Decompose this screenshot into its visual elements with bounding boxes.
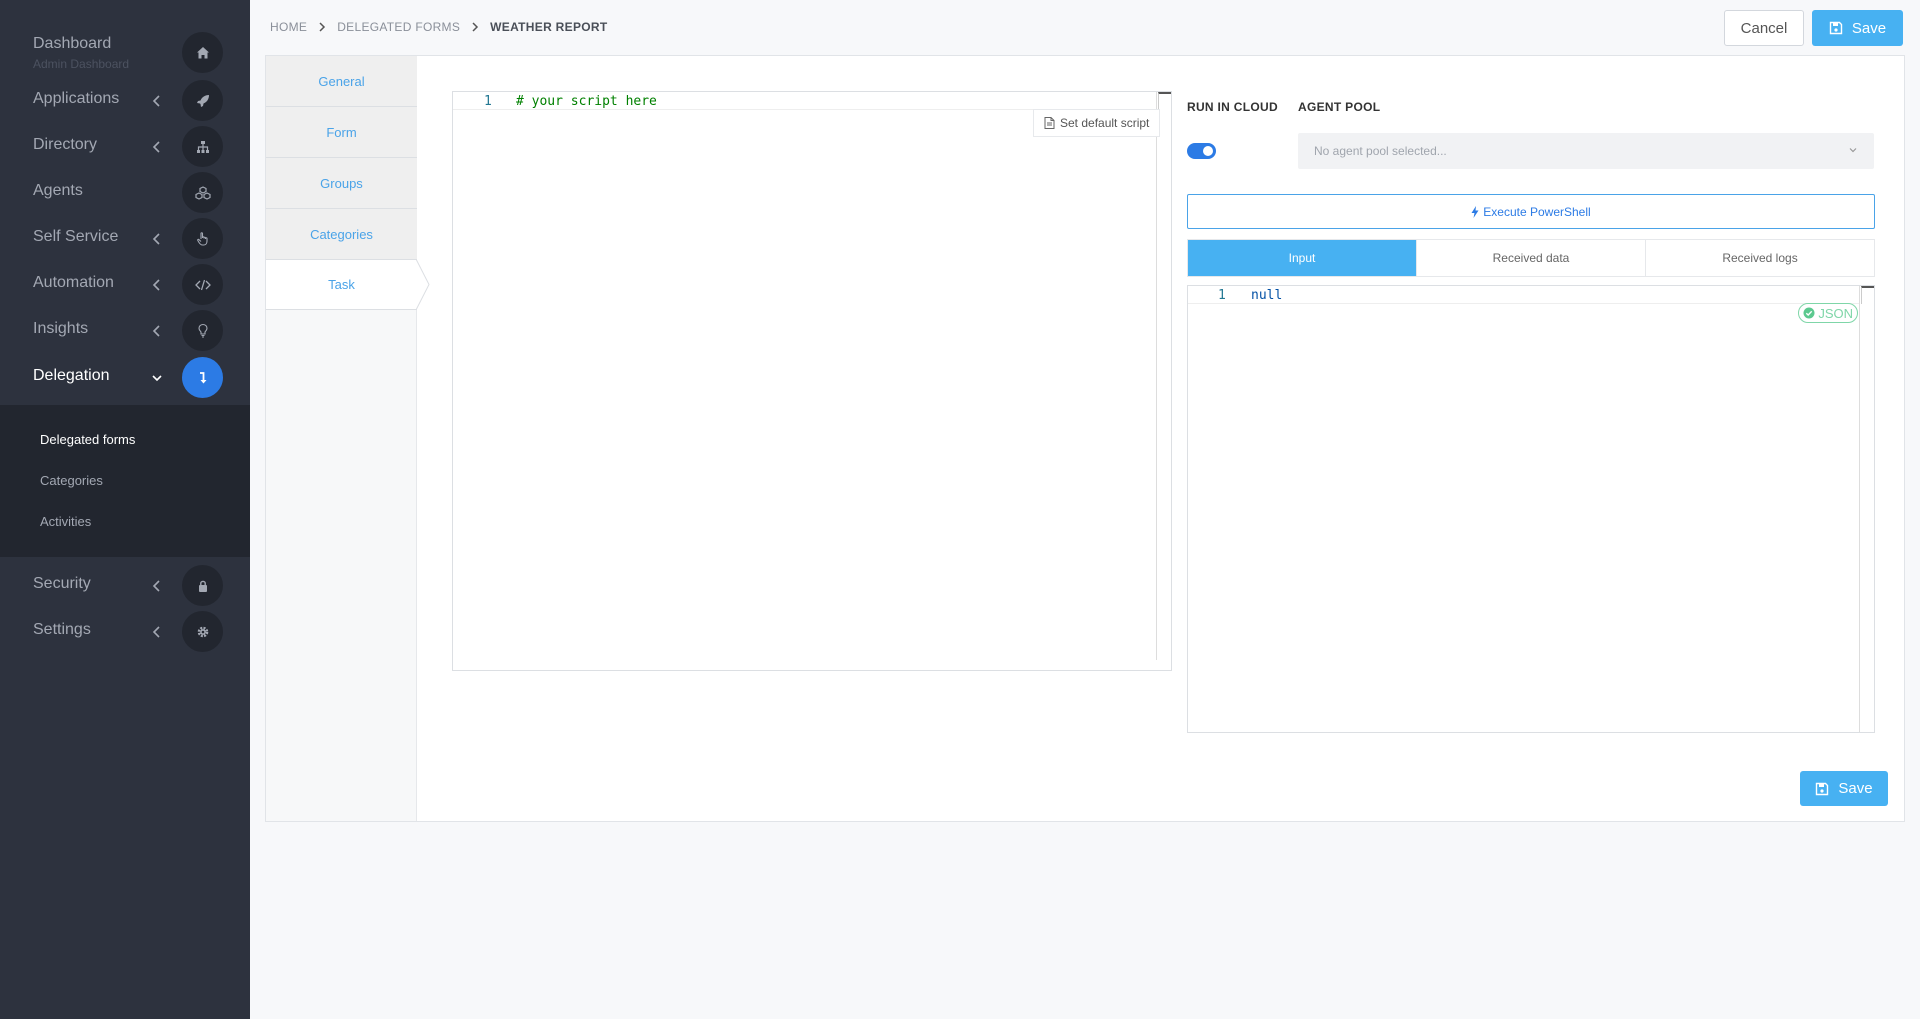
file-icon [1044,117,1055,129]
chevron-left-icon [152,233,160,245]
tab-task[interactable]: Task [266,259,417,310]
editor-scrollbar-track [1156,92,1157,660]
code-icon [182,264,223,305]
json-valid-badge: JSON [1798,303,1858,323]
sidebar: Dashboard Admin Dashboard Applications D… [0,0,250,1019]
breadcrumb: HOME DELEGATED FORMS WEATHER REPORT [270,20,607,34]
line-number: 1 [484,94,492,109]
cancel-button[interactable]: Cancel [1724,10,1804,46]
script-code[interactable]: # your script here [516,94,657,109]
chevron-left-icon [152,141,160,153]
tab-received-logs[interactable]: Received logs [1646,240,1874,276]
submenu-item-categories[interactable]: Categories [40,473,103,488]
save-button[interactable]: Save [1812,10,1903,46]
submenu-item-delegated-forms[interactable]: Delegated forms [40,432,135,447]
breadcrumb-current: WEATHER REPORT [490,20,608,34]
execute-powershell-button[interactable]: Execute PowerShell [1187,194,1875,229]
sidebar-item-dashboard[interactable]: Dashboard Admin Dashboard [0,28,250,74]
execute-powershell-label: Execute PowerShell [1483,204,1591,219]
sidebar-item-security[interactable]: Security [0,563,250,609]
sidebar-item-sublabel: Admin Dashboard [33,57,130,71]
sidebar-item-directory[interactable]: Directory [0,124,250,170]
run-in-cloud-label: RUN IN CLOUD [1187,100,1278,114]
hand-pointer-icon [182,218,223,259]
editor-scrollbar[interactable] [1158,92,1171,110]
sidebar-item-label: Security [33,575,91,592]
io-tabs: Input Received data Received logs [1187,239,1875,277]
breadcrumb-home[interactable]: HOME [270,20,307,34]
sidebar-item-settings[interactable]: Settings [0,609,250,655]
sidebar-item-applications[interactable]: Applications [0,78,250,124]
toggle-knob [1203,146,1213,156]
sidebar-item-label: Self Service [33,228,119,245]
editor-line: 1 # your script here [453,92,1159,110]
set-default-script-label: Set default script [1060,116,1150,130]
sidebar-item-label: Agents [33,182,83,199]
editor-scrollbar[interactable] [1861,286,1874,304]
save-icon [1816,782,1829,795]
active-tab-arrow [416,259,430,310]
json-code[interactable]: null [1251,288,1282,303]
sitemap-icon [182,126,223,167]
chevron-left-icon [152,279,160,291]
tab-general[interactable]: General [266,56,417,107]
check-circle-icon [1803,307,1815,319]
sidebar-item-label: Settings [33,621,91,638]
set-default-script-button[interactable]: Set default script [1033,109,1161,137]
run-in-cloud-toggle[interactable] [1187,143,1216,159]
tab-input[interactable]: Input [1188,240,1417,276]
lightbulb-icon [182,310,223,351]
chevron-down-icon [152,375,162,382]
sidebar-item-label: Applications [33,90,120,107]
line-number: 1 [1218,288,1226,303]
lock-icon [182,565,223,606]
agent-pool-placeholder: No agent pool selected... [1314,144,1447,158]
sidebar-item-automation[interactable]: Automation [0,262,250,308]
footer-save-label: Save [1838,780,1873,797]
sidebar-item-insights[interactable]: Insights [0,308,250,354]
footer-save-button[interactable]: Save [1800,771,1888,806]
editor-line: 1 null [1188,286,1860,304]
gear-icon [182,611,223,652]
chevron-left-icon [152,626,160,638]
cubes-icon [182,172,223,213]
sidebar-item-label: Insights [33,320,89,337]
level-down-icon [182,357,223,398]
chevron-right-icon [319,22,326,32]
sidebar-item-label: Automation [33,274,114,291]
chevron-left-icon [152,580,160,592]
sidebar-item-delegation[interactable]: Delegation [0,355,250,401]
sidebar-item-label: Dashboard [33,35,112,52]
script-editor[interactable]: 1 # your script here Set default script [452,91,1172,671]
chevron-left-icon [152,325,160,337]
chevron-down-icon [1849,148,1857,153]
sidebar-item-label: Delegation [33,367,110,384]
breadcrumb-delegated-forms[interactable]: DELEGATED FORMS [337,20,460,34]
save-button-label: Save [1851,19,1887,37]
sidebar-item-agents[interactable]: Agents [0,170,250,216]
sidebar-item-self-service[interactable]: Self Service [0,216,250,262]
delegation-submenu: Delegated forms Categories Activities [0,405,250,557]
tab-categories[interactable]: Categories [266,209,417,260]
chevron-left-icon [152,95,160,107]
form-card: General Form Groups Categories Task 1 # … [265,55,1905,822]
sidebar-item-label: Directory [33,136,98,153]
tab-received-data[interactable]: Received data [1417,240,1646,276]
rocket-icon [182,80,223,121]
home-icon [182,32,223,73]
tab-groups[interactable]: Groups [266,158,417,209]
bolt-icon [1471,205,1479,218]
vertical-tabs: General Form Groups Categories Task [266,56,417,821]
chevron-right-icon [472,22,479,32]
agent-pool-label: AGENT POOL [1298,100,1381,114]
input-json-editor[interactable]: 1 null JSON [1187,285,1875,733]
submenu-item-activities[interactable]: Activities [40,514,91,529]
tab-form[interactable]: Form [266,107,417,158]
json-badge-label: JSON [1818,305,1853,321]
agent-pool-select[interactable]: No agent pool selected... [1298,133,1874,169]
save-icon [1829,21,1843,35]
editor-scrollbar-track [1859,286,1860,732]
